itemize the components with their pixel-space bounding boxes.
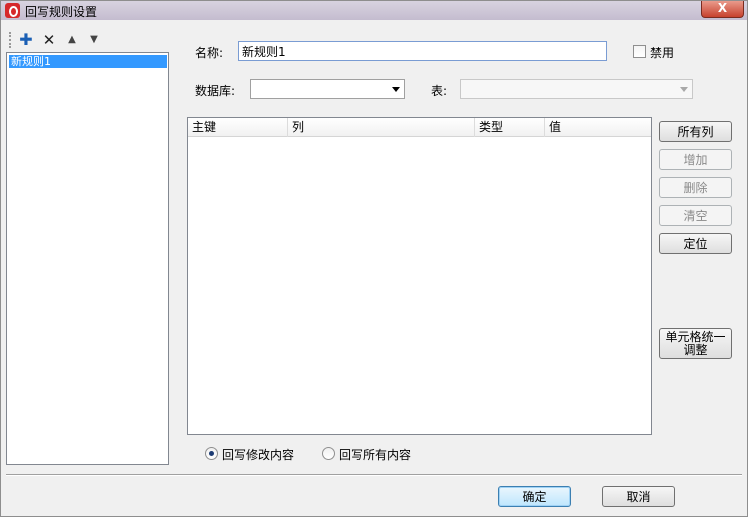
mode-all-radio[interactable] xyxy=(322,447,335,460)
chevron-down-icon xyxy=(680,87,688,92)
mode-modified-radio[interactable] xyxy=(205,447,218,460)
delete-rule-icon[interactable]: ✕ xyxy=(40,31,58,49)
mode-modified-label[interactable]: 回写修改内容 xyxy=(222,446,294,463)
rule-settings-window: 回写规则设置 X ✚ ✕ ▲ ▼ 新规则1 名称: 禁用 数据库: 表: 主键 … xyxy=(0,0,748,517)
table-label: 表: xyxy=(431,84,448,98)
window-title: 回写规则设置 xyxy=(25,5,98,19)
rule-toolbar: ✚ ✕ ▲ ▼ xyxy=(5,29,169,51)
unify-cells-button[interactable]: 单元格统一 调整 xyxy=(659,328,732,359)
chevron-down-icon[interactable] xyxy=(392,87,400,92)
move-up-icon[interactable]: ▲ xyxy=(63,31,81,49)
footer-divider xyxy=(6,474,742,476)
name-input[interactable] xyxy=(238,41,607,61)
unify-cells-label-line2: 调整 xyxy=(683,343,708,357)
ok-button[interactable]: 确定 xyxy=(498,486,571,507)
grid-header: 主键 列 类型 值 xyxy=(188,118,651,137)
cancel-button[interactable]: 取消 xyxy=(602,486,675,507)
disable-label: 禁用 xyxy=(650,46,675,60)
all-columns-button[interactable]: 所有列 xyxy=(659,121,732,142)
move-down-icon[interactable]: ▼ xyxy=(85,31,103,49)
database-select[interactable] xyxy=(250,79,405,99)
rule-list-item[interactable]: 新规则1 xyxy=(9,55,167,68)
title-bar[interactable]: 回写规则设置 X xyxy=(1,1,747,20)
column-header-value[interactable]: 值 xyxy=(545,118,651,137)
column-header-column[interactable]: 列 xyxy=(288,118,475,137)
close-button[interactable]: X xyxy=(701,1,744,18)
locate-button[interactable]: 定位 xyxy=(659,233,732,254)
rule-list[interactable]: 新规则1 xyxy=(6,52,169,465)
table-select xyxy=(460,79,693,99)
add-button: 增加 xyxy=(659,149,732,170)
app-logo-icon xyxy=(5,3,20,18)
toolbar-grip xyxy=(9,32,11,48)
column-grid[interactable]: 主键 列 类型 值 xyxy=(187,117,652,435)
delete-button: 删除 xyxy=(659,177,732,198)
clear-button: 清空 xyxy=(659,205,732,226)
column-header-key[interactable]: 主键 xyxy=(188,118,288,137)
column-header-type[interactable]: 类型 xyxy=(475,118,545,137)
unify-cells-label-line1: 单元格统一 xyxy=(665,330,726,344)
database-label: 数据库: xyxy=(195,84,236,98)
name-label: 名称: xyxy=(195,46,224,60)
mode-all-label[interactable]: 回写所有内容 xyxy=(339,446,411,463)
add-rule-icon[interactable]: ✚ xyxy=(17,31,35,49)
disable-checkbox[interactable] xyxy=(633,45,646,58)
